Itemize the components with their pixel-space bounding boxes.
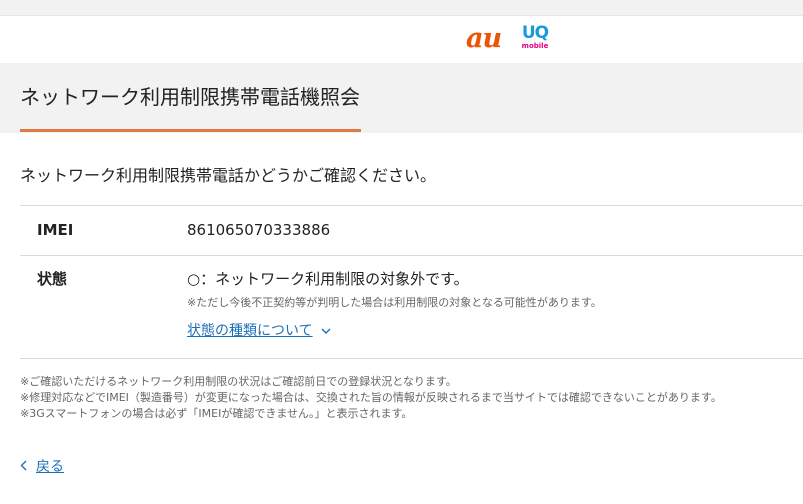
notes: ※ご確認いただけるネットワーク利用制限の状況はご確認前日での登録状況となります。… — [20, 374, 803, 422]
result-table: IMEI 861065070333886 状態 ○：ネットワーク利用制限の対象外… — [20, 205, 803, 359]
uq-logo-text: UQ — [521, 23, 549, 43]
brand-header: au UQ mobile — [0, 16, 803, 63]
status-row: 状態 ○：ネットワーク利用制限の対象外です。 ※ただし今後不正契約等が判明した場… — [20, 255, 803, 359]
back-link[interactable]: 戻る — [20, 457, 64, 477]
chevron-left-icon — [20, 457, 27, 477]
note-line: ※修理対応などでIMEI（製造番号）が変更になった場合は、交換された旨の情報が反… — [20, 391, 722, 404]
status-types-link[interactable]: 状態の種類について — [187, 321, 331, 341]
chevron-down-icon — [321, 321, 331, 341]
top-strip — [0, 0, 803, 16]
status-label: 状態 — [37, 270, 68, 288]
page-title: ネットワーク利用制限携帯電話機照会 — [20, 85, 360, 109]
imei-label: IMEI — [37, 221, 74, 239]
status-value: ○：ネットワーク利用制限の対象外です。 — [187, 270, 469, 288]
au-logo[interactable]: au — [466, 25, 502, 52]
back-label: 戻る — [36, 459, 64, 475]
imei-row: IMEI 861065070333886 — [20, 205, 803, 255]
status-note: ※ただし今後不正契約等が判明した場合は利用制限の対象となる可能性があります。 — [187, 296, 602, 309]
title-underline — [20, 129, 361, 132]
imei-value: 861065070333886 — [187, 221, 331, 239]
intro-text: ネットワーク利用制限携帯電話かどうかご確認ください。 — [20, 166, 437, 185]
title-band: ネットワーク利用制限携帯電話機照会 — [0, 63, 803, 133]
note-line: ※ご確認いただけるネットワーク利用制限の状況はご確認前日での登録状況となります。 — [20, 375, 457, 388]
note-line: ※3Gスマートフォンの場合は必ず「IMEIが確認できません。」と表示されます。 — [20, 407, 413, 420]
status-types-link-label: 状態の種類について — [187, 323, 313, 339]
uq-logo-subtext: mobile — [521, 42, 549, 50]
uq-mobile-logo[interactable]: UQ mobile — [520, 24, 550, 54]
